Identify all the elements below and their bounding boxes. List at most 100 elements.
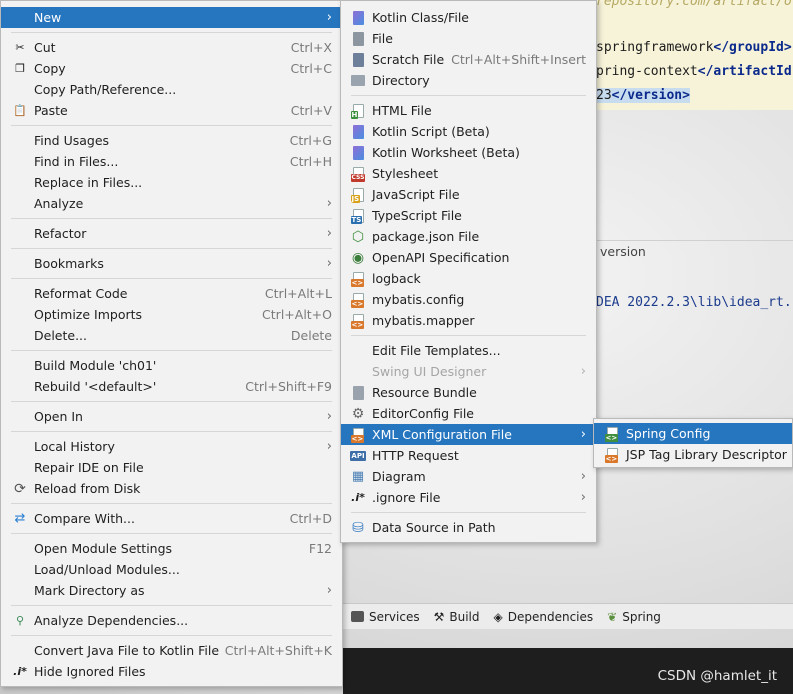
menu-item-jsp-tag-library[interactable]: <> JSP Tag Library Descriptor xyxy=(594,444,792,465)
ignore-file-icon: .i* xyxy=(13,665,27,678)
new-submenu: Kotlin Class/File File Scratch File Ctrl+… xyxy=(340,0,597,543)
xml-file-icon: <> xyxy=(350,427,366,443)
html-file-icon: H xyxy=(350,103,366,119)
menu-item-kotlin-class[interactable]: Kotlin Class/File xyxy=(341,7,596,28)
menu-item-directory[interactable]: Directory xyxy=(341,70,596,91)
editor-line-groupid: springframework</groupId> xyxy=(596,40,792,55)
menu-item-stylesheet[interactable]: CSS Stylesheet xyxy=(341,163,596,184)
menu-item-find-in-files[interactable]: Find in Files... Ctrl+H xyxy=(1,151,342,172)
chevron-right-icon: › xyxy=(326,583,332,598)
chevron-right-icon: › xyxy=(580,427,586,442)
menu-item-swing-ui-designer[interactable]: Swing UI Designer › xyxy=(341,361,596,382)
chevron-right-icon: › xyxy=(580,364,586,379)
menu-separator xyxy=(11,350,332,351)
menu-item-replace-in-files[interactable]: Replace in Files... xyxy=(1,172,342,193)
menu-item-analyze-dependencies[interactable]: ⚲ Analyze Dependencies... xyxy=(1,610,342,631)
menu-item-mybatis-mapper[interactable]: <> mybatis.mapper xyxy=(341,310,596,331)
menu-item-local-history[interactable]: Local History › xyxy=(1,436,342,457)
scratch-file-icon xyxy=(350,52,366,68)
spring-tab[interactable]: ❦ Spring xyxy=(607,610,661,624)
menu-separator xyxy=(11,218,332,219)
kotlin-file-icon xyxy=(350,10,366,26)
menu-item-mark-directory-as[interactable]: Mark Directory as › xyxy=(1,580,342,601)
menu-item-data-source-in-path[interactable]: ⛁ Data Source in Path xyxy=(341,517,596,538)
menu-separator xyxy=(11,278,332,279)
menu-item-convert-java-to-kotlin[interactable]: Convert Java File to Kotlin File Ctrl+Alt… xyxy=(1,640,342,661)
menu-item-find-usages[interactable]: Find Usages Ctrl+G xyxy=(1,130,342,151)
menu-item-open-module-settings[interactable]: Open Module Settings F12 xyxy=(1,538,342,559)
menu-item-openapi-spec[interactable]: ◉ OpenAPI Specification xyxy=(341,247,596,268)
bottom-tool-window-bar: Services ⚒ Build ◈ Dependencies ❦ Spring xyxy=(343,603,793,629)
file-icon xyxy=(350,31,366,47)
dependencies-tab[interactable]: ◈ Dependencies xyxy=(494,610,594,624)
resource-bundle-icon xyxy=(350,385,366,401)
css-file-icon: CSS xyxy=(350,166,366,182)
menu-item-logback[interactable]: <> logback xyxy=(341,268,596,289)
chevron-right-icon: › xyxy=(580,469,586,484)
menu-item-bookmarks[interactable]: Bookmarks › xyxy=(1,253,342,274)
menu-separator xyxy=(11,401,332,402)
chevron-right-icon: › xyxy=(326,409,332,424)
copy-icon: ❐ xyxy=(15,62,25,75)
chevron-right-icon: › xyxy=(326,196,332,211)
menu-item-refactor[interactable]: Refactor › xyxy=(1,223,342,244)
menu-item-delete[interactable]: Delete... Delete xyxy=(1,325,342,346)
menu-item-html-file[interactable]: H HTML File xyxy=(341,100,596,121)
menu-item-ignore-file[interactable]: .i* .ignore File › xyxy=(341,487,596,508)
chevron-right-icon: › xyxy=(580,490,586,505)
console-output-line: DEA 2022.2.3\lib\idea_rt. xyxy=(596,295,792,310)
build-tab[interactable]: ⚒ Build xyxy=(434,610,480,624)
diagram-icon: ▦ xyxy=(351,469,365,484)
project-context-menu: New › ✂ Cut Ctrl+X ❐ Copy Ctrl+C Copy Path/Re… xyxy=(0,0,343,687)
menu-item-kotlin-worksheet[interactable]: Kotlin Worksheet (Beta) xyxy=(341,142,596,163)
services-icon xyxy=(351,611,364,622)
menu-item-package-json[interactable]: ⬡ package.json File xyxy=(341,226,596,247)
menu-item-load-unload-modules[interactable]: Load/Unload Modules... xyxy=(1,559,342,580)
openapi-icon: ◉ xyxy=(351,249,365,266)
menu-separator xyxy=(351,95,586,96)
menu-item-reload-from-disk[interactable]: ⟳ Reload from Disk xyxy=(1,478,342,499)
menu-item-cut[interactable]: ✂ Cut Ctrl+X xyxy=(1,37,342,58)
editor-line-version: 23</version> xyxy=(596,88,690,103)
analyze-icon: ⚲ xyxy=(15,614,25,627)
menu-item-repair-ide[interactable]: Repair IDE on File xyxy=(1,457,342,478)
menu-item-xml-configuration-file[interactable]: <> XML Configuration File › xyxy=(341,424,596,445)
version-column-label: version xyxy=(600,244,646,259)
spring-xml-icon: <> xyxy=(604,426,620,442)
services-tab[interactable]: Services xyxy=(351,610,420,624)
chevron-right-icon: › xyxy=(326,256,332,271)
menu-item-typescript-file[interactable]: TS TypeScript File xyxy=(341,205,596,226)
menu-item-paste[interactable]: 📋 Paste Ctrl+V xyxy=(1,100,342,121)
menu-item-spring-config[interactable]: <> Spring Config xyxy=(594,423,792,444)
code-editor[interactable]: repository.com/artifact/org springframew… xyxy=(590,0,793,110)
menu-item-resource-bundle[interactable]: Resource Bundle xyxy=(341,382,596,403)
menu-item-copy[interactable]: ❐ Copy Ctrl+C xyxy=(1,58,342,79)
menu-item-build-module[interactable]: Build Module 'ch01' xyxy=(1,355,342,376)
menu-item-diagram[interactable]: ▦ Diagram › xyxy=(341,466,596,487)
menu-item-open-in[interactable]: Open In › xyxy=(1,406,342,427)
menu-item-http-request[interactable]: API HTTP Request xyxy=(341,445,596,466)
xml-configuration-submenu: <> Spring Config <> JSP Tag Library Descri… xyxy=(593,418,793,468)
menu-item-kotlin-script[interactable]: Kotlin Script (Beta) xyxy=(341,121,596,142)
menu-item-mybatis-config[interactable]: <> mybatis.config xyxy=(341,289,596,310)
menu-item-hide-ignored-files[interactable]: .i* Hide Ignored Files xyxy=(1,661,342,682)
menu-item-copy-path[interactable]: Copy Path/Reference... xyxy=(1,79,342,100)
menu-item-new[interactable]: New › xyxy=(1,7,342,28)
menu-item-analyze[interactable]: Analyze › xyxy=(1,193,342,214)
menu-item-compare-with[interactable]: ⇄ Compare With... Ctrl+D xyxy=(1,508,342,529)
menu-separator xyxy=(351,335,586,336)
clipboard-icon: 📋 xyxy=(13,104,27,117)
menu-separator xyxy=(11,533,332,534)
api-icon: API xyxy=(350,450,366,461)
menu-item-javascript-file[interactable]: JS JavaScript File xyxy=(341,184,596,205)
menu-item-reformat-code[interactable]: Reformat Code Ctrl+Alt+L xyxy=(1,283,342,304)
menu-item-editorconfig-file[interactable]: ⚙ EditorConfig File xyxy=(341,403,596,424)
editor-line-url: repository.com/artifact/org xyxy=(596,0,793,9)
reload-icon: ⟳ xyxy=(14,480,26,497)
menu-separator xyxy=(11,503,332,504)
menu-item-optimize-imports[interactable]: Optimize Imports Ctrl+Alt+O xyxy=(1,304,342,325)
menu-item-file[interactable]: File xyxy=(341,28,596,49)
menu-item-edit-file-templates[interactable]: Edit File Templates... xyxy=(341,340,596,361)
menu-item-rebuild[interactable]: Rebuild '<default>' Ctrl+Shift+F9 xyxy=(1,376,342,397)
menu-item-scratch-file[interactable]: Scratch File Ctrl+Alt+Shift+Insert xyxy=(341,49,596,70)
